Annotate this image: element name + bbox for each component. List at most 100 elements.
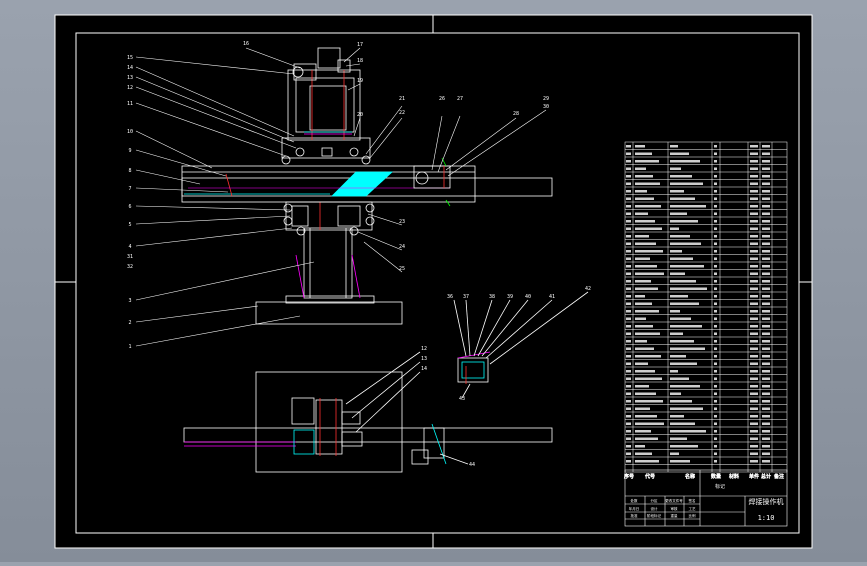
parts-row-index-mark xyxy=(626,347,631,350)
parts-row-code-mark xyxy=(635,355,661,358)
parts-row-qty-mark xyxy=(714,205,717,208)
parts-table-header-cell: 单件 xyxy=(749,473,759,480)
parts-row-total-mark xyxy=(762,302,770,305)
parts-row-name-mark xyxy=(670,280,696,283)
parts-row-weight-mark xyxy=(750,437,758,440)
parts-row-weight-mark xyxy=(750,205,758,208)
callout-number: 22 xyxy=(399,110,405,116)
parts-row-total-mark xyxy=(762,355,770,358)
parts-row-index-mark xyxy=(626,145,631,148)
parts-row-name-mark xyxy=(670,430,706,433)
parts-row-total-mark xyxy=(762,250,770,253)
callout-number: 12 xyxy=(421,346,427,352)
parts-row-weight-mark xyxy=(750,317,758,320)
parts-row-code-mark xyxy=(635,430,651,433)
parts-row-qty-mark xyxy=(714,257,717,260)
callout-number: 27 xyxy=(457,96,463,102)
parts-row-total-mark xyxy=(762,265,770,268)
parts-row-name-mark xyxy=(670,265,704,268)
parts-row-weight-mark xyxy=(750,175,758,178)
callout-number: 14 xyxy=(127,65,133,71)
cad-viewport[interactable]: 序号 代号 名称 数量 材料 单件 总计 备注 1 2 3 4 5 6 7 8 9 10 11 12 13 14 15 16… xyxy=(0,0,867,562)
parts-row-qty-mark xyxy=(714,437,717,440)
parts-row-code-mark xyxy=(635,452,652,455)
parts-row-code-mark xyxy=(635,272,664,275)
parts-row-weight-mark xyxy=(750,400,758,403)
parts-row-index-mark xyxy=(626,272,631,275)
parts-row-index-mark xyxy=(626,452,631,455)
parts-row-name-mark xyxy=(670,310,680,313)
parts-row-total-mark xyxy=(762,422,770,425)
parts-row-name-mark xyxy=(670,437,687,440)
parts-row-index-mark xyxy=(626,422,631,425)
parts-row-code-mark xyxy=(635,445,645,448)
parts-row-weight-mark xyxy=(750,220,758,223)
drawing-number: 1:10 xyxy=(758,514,775,522)
title-block-label: 更改文件号 xyxy=(665,498,683,503)
parts-row-code-mark xyxy=(635,377,662,380)
callout-number: 41 xyxy=(549,294,555,300)
parts-row-name-mark xyxy=(670,415,684,418)
parts-row-name-mark xyxy=(670,377,689,380)
parts-row-name-mark xyxy=(670,287,707,290)
parts-row-total-mark xyxy=(762,340,770,343)
parts-row-total-mark xyxy=(762,460,770,463)
parts-row-weight-mark xyxy=(750,445,758,448)
parts-row-qty-mark xyxy=(714,272,717,275)
parts-row-qty-mark xyxy=(714,212,717,215)
title-block-label: 处数 xyxy=(631,498,639,503)
parts-row-code-mark xyxy=(635,362,648,365)
parts-row-total-mark xyxy=(762,205,770,208)
parts-row-name-mark xyxy=(670,212,687,215)
parts-row-code-mark xyxy=(635,340,647,343)
parts-row-weight-mark xyxy=(750,287,758,290)
parts-row-qty-mark xyxy=(714,250,717,253)
parts-row-index-mark xyxy=(626,205,631,208)
parts-row-name-mark xyxy=(670,190,684,193)
parts-row-weight-mark xyxy=(750,242,758,245)
parts-row-name-mark xyxy=(670,152,689,155)
callout-number: 42 xyxy=(585,286,591,292)
parts-row-qty-mark xyxy=(714,152,717,155)
callout-number: 21 xyxy=(399,96,405,102)
parts-row-index-mark xyxy=(626,310,631,313)
parts-row-code-mark xyxy=(635,152,652,155)
parts-row-name-mark xyxy=(670,167,681,170)
parts-row-name-mark xyxy=(670,355,686,358)
parts-row-qty-mark xyxy=(714,362,717,365)
parts-row-name-mark xyxy=(670,220,698,223)
parts-row-name-mark xyxy=(670,452,679,455)
parts-row-code-mark xyxy=(635,212,648,215)
parts-row-name-mark xyxy=(670,235,690,238)
parts-row-total-mark xyxy=(762,310,770,313)
parts-row-weight-mark xyxy=(750,167,758,170)
parts-row-weight-mark xyxy=(750,355,758,358)
parts-row-weight-mark xyxy=(750,407,758,410)
parts-row-code-mark xyxy=(635,392,656,395)
parts-row-qty-mark xyxy=(714,332,717,335)
parts-row-code-mark xyxy=(635,175,653,178)
parts-row-qty-mark xyxy=(714,287,717,290)
title-block-label: 签名 xyxy=(689,498,696,503)
parts-row-code-mark xyxy=(635,227,662,230)
parts-row-qty-mark xyxy=(714,302,717,305)
parts-row-weight-mark xyxy=(750,160,758,163)
title-block-label: 重量 xyxy=(671,513,679,518)
parts-row-total-mark xyxy=(762,437,770,440)
parts-row-total-mark xyxy=(762,430,770,433)
parts-row-total-mark xyxy=(762,167,770,170)
parts-row-total-mark xyxy=(762,212,770,215)
parts-row-qty-mark xyxy=(714,242,717,245)
parts-row-index-mark xyxy=(626,385,631,388)
parts-row-total-mark xyxy=(762,257,770,260)
parts-row-qty-mark xyxy=(714,265,717,268)
parts-row-qty-mark xyxy=(714,235,717,238)
parts-row-name-mark xyxy=(670,340,694,343)
parts-row-weight-mark xyxy=(750,250,758,253)
title-block-label: 设计 xyxy=(651,506,659,511)
parts-row-name-mark xyxy=(670,325,702,328)
parts-row-total-mark xyxy=(762,287,770,290)
parts-row-weight-mark xyxy=(750,370,758,373)
parts-row-name-mark xyxy=(670,400,692,403)
parts-row-weight-mark xyxy=(750,392,758,395)
